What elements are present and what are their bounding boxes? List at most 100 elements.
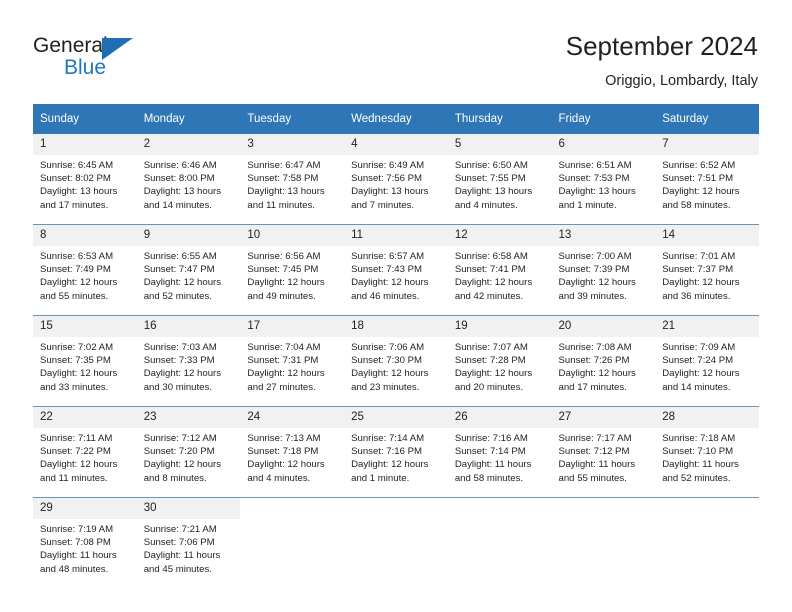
day-cell[interactable]: 15 Sunrise: 7:02 AM Sunset: 7:35 PM Dayl…	[33, 315, 137, 407]
daylight-text-line2: and 42 minutes.	[454, 290, 524, 302]
daylight-text-line2: and 52 minutes.	[143, 290, 212, 302]
day-cell[interactable]: 24 Sunrise: 7:13 AM Sunset: 7:18 PM Dayl…	[240, 406, 345, 498]
daylight-text-line2: and 45 minutes.	[143, 563, 212, 575]
day-cell[interactable]: 26 Sunrise: 7:16 AM Sunset: 7:14 PM Dayl…	[447, 406, 552, 498]
day-details: Sunrise: 6:57 AM Sunset: 7:43 PM Dayligh…	[344, 246, 448, 303]
daylight-text-line2: and 1 minute.	[351, 472, 410, 484]
weekday-header-tuesday: Tuesday	[240, 104, 345, 134]
weekday-header-thursday: Thursday	[447, 104, 552, 134]
sunset-text: Sunset: 7:49 PM	[40, 264, 111, 276]
day-cell[interactable]: 16 Sunrise: 7:03 AM Sunset: 7:33 PM Dayl…	[136, 315, 241, 407]
day-cell[interactable]: 12 Sunrise: 6:58 AM Sunset: 7:41 PM Dayl…	[447, 224, 552, 316]
logo[interactable]: General Blue	[33, 34, 213, 90]
calendar-body: 1 Sunrise: 6:45 AM Sunset: 8:02 PM Dayli…	[33, 134, 759, 588]
sunset-text: Sunset: 7:58 PM	[247, 173, 319, 185]
daylight-text-line2: and 30 minutes.	[143, 381, 212, 393]
day-number: 3	[240, 134, 345, 155]
daylight-text-line2: and 20 minutes.	[454, 381, 524, 393]
sunrise-text: Sunrise: 7:18 AM	[662, 433, 736, 444]
day-cell[interactable]: 8 Sunrise: 6:53 AM Sunset: 7:49 PM Dayli…	[33, 224, 137, 316]
day-number: 18	[344, 316, 448, 337]
daylight-text-line1: Daylight: 12 hours	[40, 368, 118, 380]
day-cell[interactable]: 13 Sunrise: 7:00 AM Sunset: 7:39 PM Dayl…	[551, 224, 656, 316]
day-cell[interactable]: 18 Sunrise: 7:06 AM Sunset: 7:30 PM Dayl…	[344, 315, 448, 407]
daylight-text-line2: and 14 minutes.	[143, 199, 212, 211]
sunset-text: Sunset: 7:14 PM	[454, 446, 526, 458]
day-details: Sunrise: 7:18 AM Sunset: 7:10 PM Dayligh…	[655, 428, 759, 485]
daylight-text-line1: Daylight: 12 hours	[662, 186, 740, 198]
sunset-text: Sunset: 7:56 PM	[351, 173, 423, 185]
daylight-text-line2: and 33 minutes.	[40, 381, 109, 393]
daylight-text-line2: and 52 minutes.	[662, 472, 731, 484]
sunset-text: Sunset: 7:24 PM	[662, 355, 734, 367]
day-cell[interactable]: 5 Sunrise: 6:50 AM Sunset: 7:55 PM Dayli…	[447, 134, 552, 225]
calendar-week-row: 1 Sunrise: 6:45 AM Sunset: 8:02 PM Dayli…	[33, 134, 759, 225]
sunrise-text: Sunrise: 7:04 AM	[247, 342, 321, 353]
day-cell[interactable]: 1 Sunrise: 6:45 AM Sunset: 8:02 PM Dayli…	[33, 134, 137, 225]
sunset-text: Sunset: 7:35 PM	[40, 355, 111, 367]
day-cell[interactable]: 27 Sunrise: 7:17 AM Sunset: 7:12 PM Dayl…	[551, 406, 656, 498]
day-number: 15	[33, 316, 137, 337]
day-cell[interactable]: 2 Sunrise: 6:46 AM Sunset: 8:00 PM Dayli…	[136, 134, 241, 225]
day-number: 11	[344, 225, 448, 246]
day-cell[interactable]: 17 Sunrise: 7:04 AM Sunset: 7:31 PM Dayl…	[240, 315, 345, 407]
daylight-text-line2: and 8 minutes.	[143, 472, 207, 484]
daylight-text-line1: Daylight: 13 hours	[143, 186, 222, 198]
sunrise-text: Sunrise: 7:12 AM	[143, 433, 217, 444]
sunrise-text: Sunrise: 6:55 AM	[143, 251, 217, 262]
day-details: Sunrise: 7:07 AM Sunset: 7:28 PM Dayligh…	[448, 337, 552, 394]
day-cell[interactable]: 11 Sunrise: 6:57 AM Sunset: 7:43 PM Dayl…	[344, 224, 448, 316]
day-cell[interactable]: 30 Sunrise: 7:21 AM Sunset: 7:06 PM Dayl…	[136, 497, 241, 588]
day-details: Sunrise: 6:46 AM Sunset: 8:00 PM Dayligh…	[137, 155, 241, 212]
sunrise-text: Sunrise: 7:16 AM	[454, 433, 528, 444]
day-cell[interactable]: 29 Sunrise: 7:19 AM Sunset: 7:08 PM Dayl…	[33, 497, 137, 588]
daylight-text-line1: Daylight: 12 hours	[454, 277, 533, 289]
day-cell[interactable]: 10 Sunrise: 6:56 AM Sunset: 7:45 PM Dayl…	[240, 224, 345, 316]
sunrise-text: Sunrise: 7:02 AM	[40, 342, 114, 353]
day-cell[interactable]: 22 Sunrise: 7:11 AM Sunset: 7:22 PM Dayl…	[33, 406, 137, 498]
day-details: Sunrise: 6:47 AM Sunset: 7:58 PM Dayligh…	[240, 155, 344, 212]
day-details: Sunrise: 7:00 AM Sunset: 7:39 PM Dayligh…	[552, 246, 656, 303]
day-details: Sunrise: 6:55 AM Sunset: 7:47 PM Dayligh…	[137, 246, 241, 303]
sunrise-text: Sunrise: 6:53 AM	[40, 251, 114, 262]
day-cell[interactable]: 6 Sunrise: 6:51 AM Sunset: 7:53 PM Dayli…	[551, 134, 656, 225]
title-block: September 2024 Origgio, Lombardy, Italy	[566, 30, 758, 91]
day-cell[interactable]: 23 Sunrise: 7:12 AM Sunset: 7:20 PM Dayl…	[136, 406, 241, 498]
day-cell[interactable]: 4 Sunrise: 6:49 AM Sunset: 7:56 PM Dayli…	[344, 134, 448, 225]
daylight-text-line2: and 39 minutes.	[558, 290, 627, 302]
daylight-text-line2: and 11 minutes.	[247, 199, 315, 211]
day-cell[interactable]: 21 Sunrise: 7:09 AM Sunset: 7:24 PM Dayl…	[655, 315, 759, 407]
day-details: Sunrise: 6:56 AM Sunset: 7:45 PM Dayligh…	[240, 246, 344, 303]
sunrise-text: Sunrise: 7:03 AM	[143, 342, 217, 353]
daylight-text-line2: and 17 minutes.	[40, 199, 109, 211]
sunset-text: Sunset: 7:51 PM	[662, 173, 734, 185]
daylight-text-line1: Daylight: 11 hours	[40, 550, 117, 562]
day-cell[interactable]: 14 Sunrise: 7:01 AM Sunset: 7:37 PM Dayl…	[655, 224, 759, 316]
day-cell[interactable]: 20 Sunrise: 7:08 AM Sunset: 7:26 PM Dayl…	[551, 315, 656, 407]
sunrise-text: Sunrise: 6:50 AM	[454, 160, 528, 171]
sunrise-text: Sunrise: 7:14 AM	[351, 433, 425, 444]
sunset-text: Sunset: 7:33 PM	[143, 355, 215, 367]
daylight-text-line2: and 55 minutes.	[40, 290, 109, 302]
triangle-icon	[102, 38, 133, 60]
sunset-text: Sunset: 7:43 PM	[351, 264, 423, 276]
day-number: 1	[33, 134, 137, 155]
sunrise-text: Sunrise: 6:58 AM	[454, 251, 528, 262]
day-cell[interactable]: 7 Sunrise: 6:52 AM Sunset: 7:51 PM Dayli…	[655, 134, 759, 225]
daylight-text-line2: and 46 minutes.	[351, 290, 420, 302]
day-cell[interactable]: 19 Sunrise: 7:07 AM Sunset: 7:28 PM Dayl…	[447, 315, 552, 407]
day-cell[interactable]: 9 Sunrise: 6:55 AM Sunset: 7:47 PM Dayli…	[136, 224, 241, 316]
day-cell[interactable]: 25 Sunrise: 7:14 AM Sunset: 7:16 PM Dayl…	[344, 406, 448, 498]
daylight-text-line1: Daylight: 13 hours	[558, 186, 636, 198]
day-number: 10	[240, 225, 345, 246]
day-cell[interactable]: 28 Sunrise: 7:18 AM Sunset: 7:10 PM Dayl…	[655, 406, 759, 498]
sunrise-text: Sunrise: 7:11 AM	[40, 433, 113, 444]
sunset-text: Sunset: 7:28 PM	[454, 355, 526, 367]
daylight-text-line1: Daylight: 12 hours	[40, 277, 118, 289]
day-cell[interactable]: 3 Sunrise: 6:47 AM Sunset: 7:58 PM Dayli…	[240, 134, 345, 225]
day-number: 25	[344, 407, 448, 428]
day-details: Sunrise: 7:06 AM Sunset: 7:30 PM Dayligh…	[344, 337, 448, 394]
sunset-text: Sunset: 7:06 PM	[143, 537, 215, 549]
sunset-text: Sunset: 7:47 PM	[143, 264, 215, 276]
day-details: Sunrise: 6:53 AM Sunset: 7:49 PM Dayligh…	[33, 246, 137, 303]
